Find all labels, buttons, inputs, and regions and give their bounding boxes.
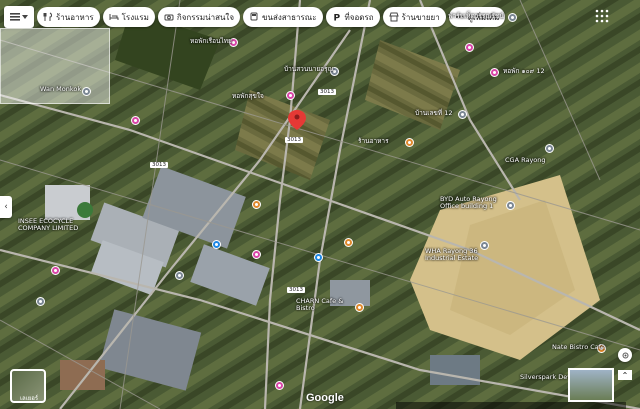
chip-things-to-do[interactable]: กิจกรรมน่าสนใจ — [157, 7, 241, 27]
place-pin[interactable] — [314, 253, 323, 262]
chip-parking[interactable]: P ที่จอดรถ — [325, 7, 380, 27]
place-label[interactable]: หอพักสุขใจ — [232, 93, 264, 100]
place-pin[interactable] — [355, 303, 364, 312]
chip-restaurants[interactable]: ร้านอาหาร — [37, 7, 100, 27]
street-view-thumbnail[interactable] — [568, 368, 614, 402]
chip-label: ร้านอาหาร — [56, 12, 94, 22]
place-label[interactable]: CHARN Cafe & Bistro — [296, 298, 354, 312]
place-pin[interactable] — [405, 138, 414, 147]
menu-icon — [10, 13, 20, 21]
place-label[interactable]: WHA Rayong 36 Industrial Estate — [425, 248, 497, 262]
zoom-in-button[interactable]: ⌃ — [618, 370, 632, 380]
category-chip-bar: ร้านอาหาร โรงแรม กิจกรรมน่าสนใจ ขนส่งสาธ… — [4, 6, 506, 28]
bus-icon — [250, 12, 258, 21]
menu-button[interactable] — [4, 6, 34, 28]
parking-icon: P — [333, 14, 340, 23]
place-pin[interactable] — [545, 144, 554, 153]
place-label[interactable]: ร้านอาหาร — [358, 138, 389, 145]
apps-grid-icon[interactable] — [594, 8, 610, 24]
chip-label: ขนส่งสาธารณะ — [262, 12, 317, 22]
place-pin[interactable] — [344, 238, 353, 247]
chevron-down-icon — [22, 15, 28, 19]
place-label[interactable]: INSEE ECOCYCLE COMPANY LIMITED — [18, 218, 88, 232]
place-pin[interactable] — [82, 87, 91, 96]
google-logo: Google — [306, 392, 344, 404]
place-label[interactable]: หอพักเรือนไทย — [190, 38, 232, 45]
shop-icon — [388, 12, 399, 22]
place-label[interactable]: หอพัก ๑๐๙ 12 — [503, 68, 545, 75]
fork-knife-icon — [43, 12, 52, 21]
camera-icon — [164, 14, 174, 21]
chip-pharmacy[interactable]: ร้านขายยา — [382, 7, 446, 27]
place-label[interactable]: บ้านเลขที่ 12 — [415, 110, 453, 117]
collapse-panel-button[interactable]: ‹ — [0, 196, 12, 218]
crosshair-icon — [622, 352, 628, 358]
place-pin[interactable] — [286, 91, 295, 100]
place-pin[interactable] — [252, 200, 261, 209]
bed-icon — [109, 14, 119, 20]
place-pin[interactable] — [212, 240, 221, 249]
road-number-badge: 3013 — [318, 89, 336, 95]
place-label[interactable]: BYD Auto Rayong Office building 1 — [440, 196, 504, 210]
road-number-badge: 3013 — [285, 137, 303, 143]
place-pin[interactable] — [36, 297, 45, 306]
my-location-button[interactable] — [618, 348, 632, 362]
place-label[interactable]: CGA Rayong — [505, 157, 546, 164]
place-label[interactable]: Wan Monkok — [40, 86, 81, 93]
place-pin[interactable] — [51, 266, 60, 275]
chip-transit[interactable]: ขนส่งสาธารณะ — [243, 7, 323, 27]
chip-label: ที่จอดรถ — [344, 12, 374, 22]
chip-hotels[interactable]: โรงแรม — [102, 7, 155, 27]
place-label[interactable]: บ้านสวนนายอรุณ — [284, 66, 334, 73]
chevron-left-icon: ‹ — [4, 202, 8, 212]
place-pin[interactable] — [490, 68, 499, 77]
road-number-badge: 3013 — [287, 287, 305, 293]
svg-text:P: P — [333, 14, 340, 23]
place-label[interactable]: ฟาร์มเห็ดวรรณรัชน์ — [448, 13, 504, 20]
place-pin[interactable] — [131, 116, 140, 125]
chip-label: โรงแรม — [121, 12, 149, 22]
place-pin[interactable] — [275, 381, 284, 390]
place-pin[interactable] — [506, 201, 515, 210]
map-footer-bar — [396, 402, 626, 409]
place-pin[interactable] — [508, 13, 517, 22]
place-pin[interactable] — [465, 43, 474, 52]
chip-label: ร้านขายยา — [401, 12, 440, 22]
chip-label: กิจกรรมน่าสนใจ — [176, 12, 235, 22]
road-number-badge: 3013 — [150, 162, 168, 168]
place-pin[interactable] — [458, 110, 467, 119]
chevron-up-icon: ⌃ — [621, 370, 629, 380]
place-pin[interactable] — [175, 271, 184, 280]
place-label[interactable]: Nate Bistro Cafe — [552, 344, 605, 351]
place-pin[interactable] — [252, 250, 261, 259]
layers-label: เลเยอร์ — [20, 395, 39, 402]
